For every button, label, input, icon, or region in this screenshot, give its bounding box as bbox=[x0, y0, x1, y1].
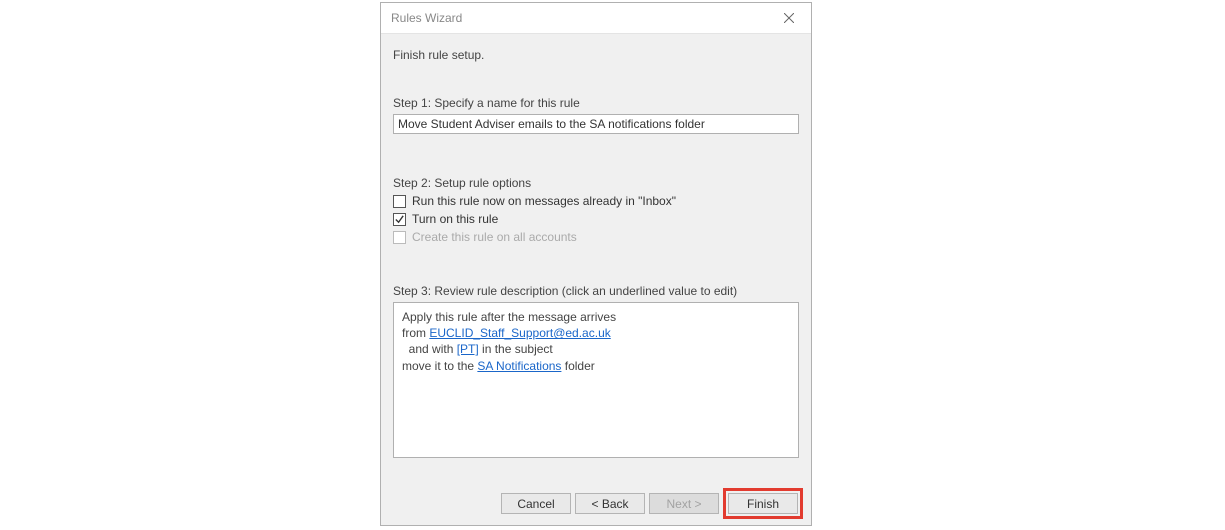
titlebar: Rules Wizard bbox=[381, 3, 811, 34]
step2-label: Step 2: Setup rule options bbox=[393, 176, 799, 190]
checkbox-all-accounts-row: Create this rule on all accounts bbox=[393, 230, 799, 244]
desc-line-4: move it to the SA Notifications folder bbox=[402, 358, 790, 374]
step3-label: Step 3: Review rule description (click a… bbox=[393, 284, 799, 298]
rule-description-box: Apply this rule after the message arrive… bbox=[393, 302, 799, 458]
close-button[interactable] bbox=[775, 8, 803, 28]
target-folder-link[interactable]: SA Notifications bbox=[477, 359, 561, 373]
checkbox-turn-on-row[interactable]: Turn on this rule bbox=[393, 212, 799, 226]
checkbox-turn-on-label: Turn on this rule bbox=[412, 212, 498, 226]
checkbox-run-now-row[interactable]: Run this rule now on messages already in… bbox=[393, 194, 799, 208]
subject-contains-link[interactable]: [PT] bbox=[457, 342, 479, 356]
desc-line-1: Apply this rule after the message arrive… bbox=[402, 309, 790, 325]
next-button: Next > bbox=[649, 493, 719, 514]
desc-line-3: and with [PT] in the subject bbox=[402, 341, 790, 357]
back-button[interactable]: < Back bbox=[575, 493, 645, 514]
check-icon bbox=[394, 214, 405, 225]
from-address-link[interactable]: EUCLID_Staff_Support@ed.ac.uk bbox=[429, 326, 610, 340]
checkbox-run-now-label: Run this rule now on messages already in… bbox=[412, 194, 676, 208]
close-icon bbox=[784, 13, 794, 23]
subtitle: Finish rule setup. bbox=[393, 48, 799, 62]
finish-button[interactable]: Finish bbox=[728, 493, 798, 514]
desc-line-2: from EUCLID_Staff_Support@ed.ac.uk bbox=[402, 325, 790, 341]
finish-highlight: Finish bbox=[723, 488, 803, 519]
dialog-content: Finish rule setup. Step 1: Specify a nam… bbox=[381, 34, 811, 464]
checkbox-all-accounts-label: Create this rule on all accounts bbox=[412, 230, 577, 244]
rules-wizard-dialog: Rules Wizard Finish rule setup. Step 1: … bbox=[380, 2, 812, 526]
rule-name-input[interactable] bbox=[393, 114, 799, 134]
checkbox-turn-on[interactable] bbox=[393, 213, 406, 226]
cancel-button[interactable]: Cancel bbox=[501, 493, 571, 514]
window-title: Rules Wizard bbox=[391, 11, 462, 25]
step1-label: Step 1: Specify a name for this rule bbox=[393, 96, 799, 110]
checkbox-all-accounts bbox=[393, 231, 406, 244]
checkbox-run-now[interactable] bbox=[393, 195, 406, 208]
dialog-footer: Cancel < Back Next > Finish bbox=[501, 488, 803, 519]
